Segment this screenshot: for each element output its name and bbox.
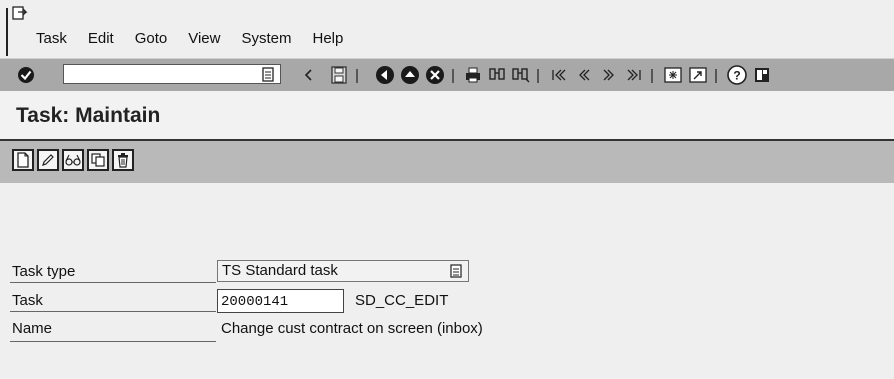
new-document-icon xyxy=(17,152,29,168)
menu-bar: Task Edit Goto View System Help xyxy=(0,0,894,58)
last-page-icon[interactable] xyxy=(623,64,645,86)
delete-button[interactable] xyxy=(112,149,134,171)
menu-entry-icon[interactable] xyxy=(12,6,28,20)
copy-icon xyxy=(91,153,105,167)
application-toolbar xyxy=(0,141,894,183)
task-id-value: 20000141 xyxy=(221,294,289,310)
menu-items: Task Edit Goto View System Help xyxy=(36,30,364,47)
find-next-icon[interactable] xyxy=(510,64,532,86)
dropdown-list-icon[interactable] xyxy=(450,264,462,278)
menu-item-view[interactable]: View xyxy=(188,30,220,47)
task-type-dropdown[interactable]: TS Standard task xyxy=(217,260,469,282)
label-underline xyxy=(10,311,216,312)
first-page-icon[interactable] xyxy=(548,64,570,86)
command-field[interactable] xyxy=(63,64,281,84)
command-history-icon[interactable] xyxy=(257,64,279,86)
shortcut-icon[interactable] xyxy=(687,64,709,86)
back-icon[interactable] xyxy=(374,64,396,86)
toolbar-separator xyxy=(452,69,454,83)
enter-icon[interactable] xyxy=(16,65,36,85)
name-label: Name xyxy=(12,320,53,337)
task-type-label: Task type xyxy=(12,263,76,280)
layout-menu-icon[interactable] xyxy=(751,64,773,86)
label-underline xyxy=(10,341,216,342)
task-id-field[interactable]: 20000141 xyxy=(217,289,344,313)
glasses-icon xyxy=(65,154,81,166)
toolbar-separator xyxy=(651,69,653,83)
toolbar-separator xyxy=(537,69,539,83)
menu-bar-edge xyxy=(6,8,8,56)
toolbar-separator xyxy=(356,69,358,83)
print-icon[interactable] xyxy=(462,64,484,86)
change-button[interactable] xyxy=(37,149,59,171)
find-icon[interactable] xyxy=(486,64,508,86)
toolbar-separator xyxy=(715,69,717,83)
task-abbreviation: SD_CC_EDIT xyxy=(355,292,449,309)
pencil-icon xyxy=(42,154,54,166)
previous-page-icon[interactable] xyxy=(573,64,595,86)
name-value: Change cust contract on screen (inbox) xyxy=(221,320,483,337)
create-session-icon[interactable] xyxy=(662,64,684,86)
menu-item-help[interactable]: Help xyxy=(313,30,344,47)
cancel-icon[interactable] xyxy=(424,64,446,86)
task-type-value: TS Standard task xyxy=(222,262,338,279)
page-title: Task: Maintain xyxy=(16,104,161,127)
exit-icon[interactable] xyxy=(399,64,421,86)
system-toolbar: ? xyxy=(0,58,894,92)
save-icon[interactable] xyxy=(328,64,350,86)
command-input[interactable] xyxy=(64,65,262,83)
copy-button[interactable] xyxy=(87,149,109,171)
task-label: Task xyxy=(12,292,43,309)
create-button[interactable] xyxy=(12,149,34,171)
trash-icon xyxy=(118,153,128,168)
next-page-icon[interactable] xyxy=(598,64,620,86)
menu-item-goto[interactable]: Goto xyxy=(135,30,168,47)
content-area: Task type TS Standard task Task 20000141… xyxy=(0,183,894,379)
display-button[interactable] xyxy=(62,149,84,171)
help-icon[interactable]: ? xyxy=(726,64,748,86)
svg-text:?: ? xyxy=(733,69,740,83)
menu-item-task[interactable]: Task xyxy=(36,30,67,47)
title-area: Task: Maintain xyxy=(0,91,894,139)
menu-item-edit[interactable]: Edit xyxy=(88,30,114,47)
menu-item-system[interactable]: System xyxy=(241,30,291,47)
label-underline xyxy=(10,282,216,283)
collapse-left-icon[interactable] xyxy=(298,64,320,86)
